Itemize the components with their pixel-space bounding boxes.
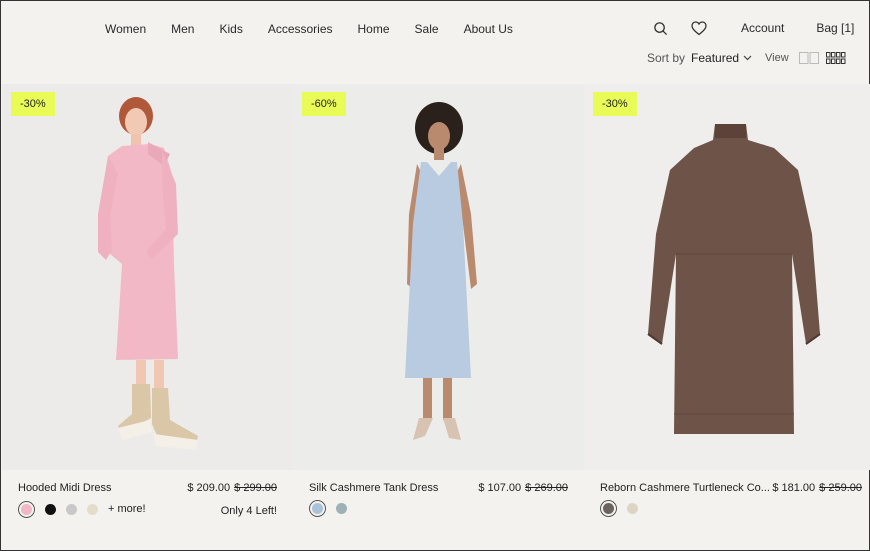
header-actions: Account Bag [1]	[651, 19, 854, 37]
product-card[interactable]: -60% Silk Cashmere Tank Dress $ 107.00 $ …	[293, 84, 584, 550]
bag-link[interactable]: Bag [1]	[816, 21, 854, 35]
search-icon[interactable]	[651, 19, 669, 37]
original-price: $ 269.00	[525, 482, 568, 494]
grid-2-view-icon[interactable]	[798, 52, 819, 64]
color-swatch-light-blue[interactable]	[312, 503, 323, 514]
product-card[interactable]: -30% Reborn Cashmere Turtleneck Co... $ …	[584, 84, 870, 550]
product-name[interactable]: Hooded Midi Dress	[18, 482, 112, 494]
product-image[interactable]: -30%	[2, 84, 293, 470]
product-card[interactable]: -30% Hooded Midi Dress $ 209.00 $ 299.00 …	[2, 84, 293, 550]
product-info: Hooded Midi Dress $ 209.00 $ 299.00 + mor…	[2, 470, 293, 550]
discount-badge: -30%	[593, 92, 637, 116]
color-swatch-brown[interactable]	[603, 503, 614, 514]
sort-label: Sort by	[647, 51, 686, 65]
product-info: Silk Cashmere Tank Dress $ 107.00 $ 269.0…	[293, 470, 584, 550]
wishlist-heart-icon[interactable]	[690, 19, 708, 37]
color-swatch-cream[interactable]	[87, 503, 98, 515]
sale-price: $ 181.00	[772, 482, 816, 494]
nav-link-accessories[interactable]: Accessories	[268, 22, 333, 36]
nav-link-home[interactable]: Home	[358, 22, 390, 36]
product-price: $ 209.00 $ 299.00	[187, 482, 277, 494]
top-navigation: Women Men Kids Accessories Home Sale Abo…	[1, 1, 869, 65]
color-swatch-grey[interactable]	[66, 503, 77, 515]
grid-4-view-icon[interactable]	[825, 52, 846, 64]
product-grid: -30% Hooded Midi Dress $ 209.00 $ 299.00 …	[2, 84, 870, 550]
discount-badge: -60%	[302, 92, 346, 116]
sale-price: $ 107.00	[478, 482, 522, 494]
color-swatch-pink[interactable]	[21, 503, 32, 515]
view-label: View	[765, 52, 789, 64]
nav-link-about-us[interactable]: About Us	[464, 22, 513, 36]
nav-link-sale[interactable]: Sale	[415, 22, 439, 36]
account-link[interactable]: Account	[741, 21, 784, 35]
color-swatches	[600, 503, 648, 514]
chevron-down-icon[interactable]	[743, 55, 752, 61]
color-swatches: + more!	[18, 503, 146, 515]
color-swatches	[309, 503, 357, 514]
color-swatch-black[interactable]	[45, 503, 56, 515]
original-price: $ 299.00	[234, 482, 277, 494]
color-swatch-oatmeal[interactable]	[627, 503, 638, 514]
nav-link-men[interactable]: Men	[171, 22, 194, 36]
product-price: $ 107.00 $ 269.00	[478, 482, 568, 494]
product-name[interactable]: Silk Cashmere Tank Dress	[309, 482, 438, 494]
nav-link-women[interactable]: Women	[105, 22, 146, 36]
product-name[interactable]: Reborn Cashmere Turtleneck Co...	[600, 482, 770, 494]
color-swatch-sage[interactable]	[336, 503, 347, 514]
stock-notice: Only 4 Left!	[220, 505, 277, 517]
sale-price: $ 209.00	[187, 482, 231, 494]
product-price: $ 181.00 $ 259.00	[772, 482, 862, 494]
product-info: Reborn Cashmere Turtleneck Co... $ 181.0…	[584, 470, 870, 550]
sort-select[interactable]: Featured	[691, 51, 739, 65]
more-colors-link[interactable]: + more!	[108, 503, 146, 515]
main-menu: Women Men Kids Accessories Home Sale Abo…	[105, 22, 538, 36]
discount-badge: -30%	[11, 92, 55, 116]
sort-bar: Sort by Featured View	[647, 51, 846, 65]
product-image[interactable]: -60%	[293, 84, 584, 470]
nav-link-kids[interactable]: Kids	[219, 22, 242, 36]
original-price: $ 259.00	[819, 482, 862, 494]
product-image[interactable]: -30%	[584, 84, 870, 470]
